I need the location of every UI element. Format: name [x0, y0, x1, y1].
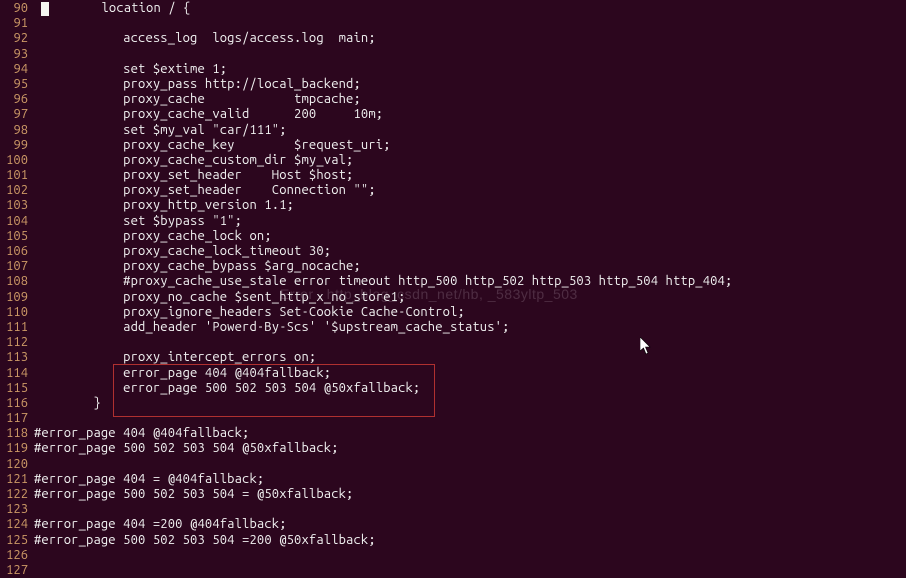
line-number: 103	[0, 198, 28, 213]
code-line[interactable]: #error_page 500 502 503 504 @50xfallback…	[34, 441, 906, 456]
code-line[interactable]: proxy_cache tmpcache;	[34, 92, 906, 107]
code-line[interactable]: set $my_val "car/111";	[34, 123, 906, 138]
code-line[interactable]: proxy_set_header Host $host;	[34, 168, 906, 183]
code-line[interactable]: location / {	[34, 1, 906, 16]
code-line[interactable]	[34, 411, 906, 426]
line-number: 97	[0, 107, 28, 122]
code-line[interactable]: proxy_no_cache $sent_http_x_no_store1;	[34, 290, 906, 305]
line-number: 91	[0, 16, 28, 31]
line-number: 118	[0, 426, 28, 441]
line-number: 94	[0, 62, 28, 77]
line-number: 102	[0, 183, 28, 198]
code-line[interactable]: proxy_cache_key $request_uri;	[34, 138, 906, 153]
code-line[interactable]	[34, 16, 906, 31]
code-line[interactable]: add_header 'Powerd-By-Scs' '$upstream_ca…	[34, 320, 906, 335]
code-line[interactable]	[34, 335, 906, 350]
line-number: 107	[0, 259, 28, 274]
line-number: 113	[0, 350, 28, 365]
line-number: 115	[0, 381, 28, 396]
line-number: 127	[0, 563, 28, 578]
line-number: 93	[0, 47, 28, 62]
line-number: 101	[0, 168, 28, 183]
code-line[interactable]	[34, 47, 906, 62]
code-line[interactable]: proxy_cache_lock on;	[34, 229, 906, 244]
code-line[interactable]: proxy_ignore_headers Set-Cookie Cache-Co…	[34, 305, 906, 320]
code-line[interactable]: proxy_intercept_errors on;	[34, 350, 906, 365]
code-line[interactable]: }	[34, 396, 906, 411]
line-number: 99	[0, 138, 28, 153]
code-line[interactable]: #error_page 404 =200 @404fallback;	[34, 517, 906, 532]
code-line[interactable]: proxy_pass http://local_backend;	[34, 77, 906, 92]
line-number: 90	[0, 1, 28, 16]
line-number: 125	[0, 533, 28, 548]
line-number: 114	[0, 366, 28, 381]
code-line[interactable]	[34, 502, 906, 517]
line-number: 123	[0, 502, 28, 517]
line-number: 95	[0, 77, 28, 92]
line-number: 119	[0, 441, 28, 456]
line-number: 109	[0, 290, 28, 305]
line-number: 105	[0, 229, 28, 244]
code-line[interactable]: #error_page 500 502 503 504 =200 @50xfal…	[34, 533, 906, 548]
line-number: 111	[0, 320, 28, 335]
text-cursor	[41, 2, 49, 16]
line-number-gutter: 9091929394959697989910010110210310410510…	[0, 1, 28, 578]
code-line[interactable]: #proxy_cache_use_stale error timeout htt…	[34, 274, 906, 289]
code-line[interactable]: error_page 404 @404fallback;	[34, 366, 906, 381]
line-number: 126	[0, 548, 28, 563]
code-line[interactable]	[34, 457, 906, 472]
code-editor[interactable]: 9091929394959697989910010110210310410510…	[0, 0, 906, 578]
line-number: 108	[0, 274, 28, 289]
line-number: 92	[0, 31, 28, 46]
code-line[interactable]: proxy_cache_valid 200 10m;	[34, 107, 906, 122]
code-line[interactable]: set $bypass "1";	[34, 214, 906, 229]
line-number: 100	[0, 153, 28, 168]
line-number: 120	[0, 457, 28, 472]
code-line[interactable]: proxy_http_version 1.1;	[34, 198, 906, 213]
code-line[interactable]: set $extime 1;	[34, 62, 906, 77]
code-area[interactable]: location / { access_log logs/access.log …	[34, 1, 906, 578]
code-line[interactable]: proxy_cache_custom_dir $my_val;	[34, 153, 906, 168]
line-number: 106	[0, 244, 28, 259]
code-line[interactable]: access_log logs/access.log main;	[34, 31, 906, 46]
line-number: 110	[0, 305, 28, 320]
line-number: 121	[0, 472, 28, 487]
line-number: 96	[0, 92, 28, 107]
code-line[interactable]: proxy_cache_lock_timeout 30;	[34, 244, 906, 259]
code-line[interactable]: #error_page 404 = @404fallback;	[34, 472, 906, 487]
code-line[interactable]: #error_page 500 502 503 504 = @50xfallba…	[34, 487, 906, 502]
code-line[interactable]: proxy_cache_bypass $arg_nocache;	[34, 259, 906, 274]
line-number: 104	[0, 214, 28, 229]
line-number: 117	[0, 411, 28, 426]
line-number: 124	[0, 517, 28, 532]
line-number: 122	[0, 487, 28, 502]
code-line[interactable]: proxy_set_header Connection "";	[34, 183, 906, 198]
line-number: 112	[0, 335, 28, 350]
line-number: 98	[0, 123, 28, 138]
code-line[interactable]	[34, 563, 906, 578]
code-line[interactable]	[34, 548, 906, 563]
line-number: 116	[0, 396, 28, 411]
code-line[interactable]: error_page 500 502 503 504 @50xfallback;	[34, 381, 906, 396]
code-line[interactable]: #error_page 404 @404fallback;	[34, 426, 906, 441]
